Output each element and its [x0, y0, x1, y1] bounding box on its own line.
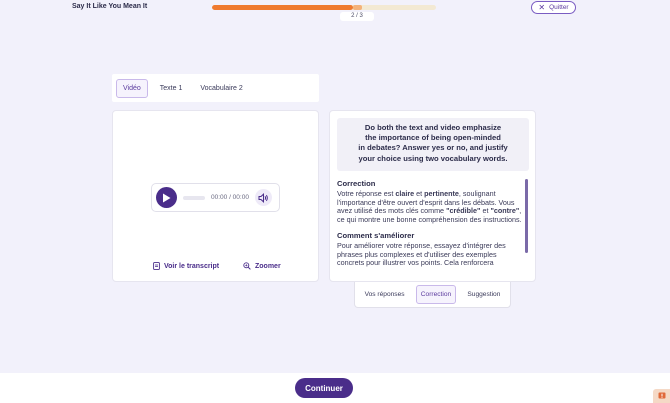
question-card: Do both the text and video emphasize the…: [329, 110, 536, 282]
play-button[interactable]: [156, 187, 177, 208]
tab-correction[interactable]: Correction: [415, 285, 457, 304]
tab-suggestion[interactable]: Suggestion: [463, 286, 504, 303]
alert-icon: [658, 392, 665, 399]
play-icon: [163, 193, 171, 202]
volume-button[interactable]: [254, 189, 272, 206]
quit-label: Quitter: [549, 4, 569, 11]
question-prompt: Do both the text and video emphasize the…: [337, 118, 529, 171]
progress-bar: [212, 5, 436, 10]
media-tabs: Vidéo Texte 1 Vocabulaire 2: [112, 74, 319, 102]
tab-texte-1[interactable]: Texte 1: [154, 79, 189, 98]
transcript-button[interactable]: Voir le transcript: [153, 262, 219, 270]
quit-button[interactable]: ✕ Quitter: [531, 1, 576, 14]
app-title: Say It Like You Mean It: [72, 3, 148, 10]
transcript-label: Voir le transcript: [164, 262, 220, 270]
volume-icon: [258, 192, 268, 203]
improve-title: Comment s'améliorer: [337, 230, 415, 240]
prompt-line: the importance of being open-minded: [365, 133, 501, 143]
progress-counter: 2 / 3: [340, 12, 374, 21]
prompt-line: Do both the text and video emphasize: [364, 123, 502, 132]
video-card: 00:00 / 00:00 Voir le transcript Zoomer: [112, 110, 319, 282]
answer-tabs: Vos réponses Correction Suggestion: [354, 282, 511, 308]
prompt-line: your choice using two vocabulary words.: [358, 153, 508, 163]
feedback-button[interactable]: [653, 389, 670, 403]
close-icon: ✕: [538, 2, 546, 12]
top-bar: Say It Like You Mean It 2 / 3 ✕ Quitter: [0, 0, 670, 21]
zoom-label: Zoomer: [255, 262, 281, 270]
correction-title: Correction: [337, 179, 376, 188]
time-display: 00:00 / 00:00: [211, 194, 249, 201]
tab-vos-reponses[interactable]: Vos réponses: [361, 286, 409, 303]
seek-bar[interactable]: [183, 195, 205, 200]
correction-text: Votre réponse est claire et pertinente, …: [337, 189, 522, 225]
scrollbar[interactable]: [525, 179, 528, 253]
zoom-icon: [243, 262, 251, 270]
document-icon: [153, 262, 160, 270]
progress-tip: [353, 5, 362, 10]
continue-button[interactable]: Continuer: [295, 378, 353, 398]
audio-player: 00:00 / 00:00: [151, 183, 280, 212]
tab-vocabulaire-2[interactable]: Vocabulaire 2: [194, 79, 248, 98]
progress-fill: [212, 5, 354, 10]
improve-text: Pour améliorer votre réponse, essayez d'…: [337, 240, 506, 268]
zoom-button[interactable]: Zoomer: [243, 262, 281, 270]
prompt-line: in debates? Answer yes or no, and justif…: [358, 143, 508, 153]
feedback-scroll-area[interactable]: Correction Votre réponse est claire et p…: [337, 179, 523, 274]
tab-video[interactable]: Vidéo: [116, 78, 148, 98]
